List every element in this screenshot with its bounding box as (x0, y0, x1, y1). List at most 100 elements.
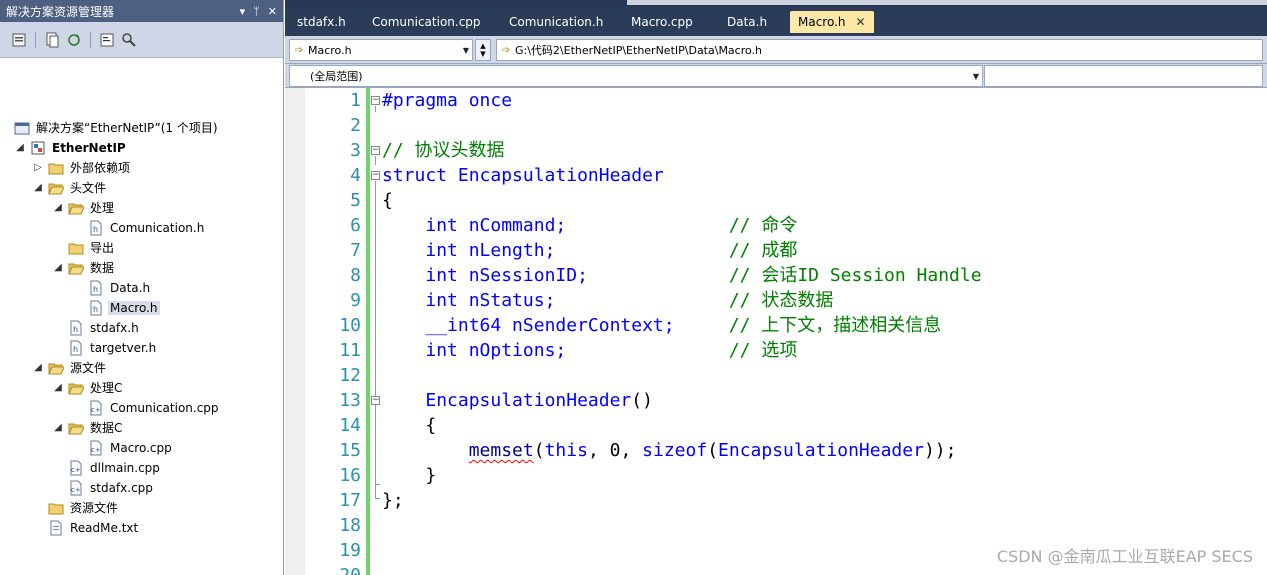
collapse-arrow-icon[interactable]: ◢ (52, 262, 64, 273)
tab-stdafx-h[interactable]: stdafx.h (289, 11, 354, 33)
properties-icon[interactable] (10, 31, 28, 49)
view-code-icon[interactable] (98, 31, 116, 49)
tree-item[interactable]: h Macro.h (72, 298, 160, 317)
code-token: } (382, 465, 437, 486)
code-line[interactable]: { (382, 188, 393, 213)
tree-item[interactable]: ReadMe.txt (32, 518, 140, 537)
collapse-icon[interactable]: − (371, 396, 380, 405)
folder-icon (48, 160, 64, 176)
dropdown-icon[interactable]: ▾ (240, 5, 246, 18)
scope-combo[interactable]: (全局范围) ▼ (289, 65, 983, 87)
file-spin-button[interactable]: ▲ ▼ (475, 39, 491, 61)
tree-item[interactable]: 导出 (52, 238, 116, 257)
pin-icon[interactable]: ᛘ (253, 5, 260, 18)
menu-strip-edge (285, 0, 1267, 7)
tab-macro-cpp[interactable]: Macro.cpp (623, 11, 701, 33)
tree-item[interactable]: ◢ 头文件 (32, 178, 108, 197)
tree-item[interactable]: ◢ 数据C (52, 418, 124, 437)
code-line[interactable]: // 协议头数据 (382, 138, 505, 163)
header-file-icon: h (88, 300, 104, 316)
tree-item-label: Macro.h (108, 300, 160, 315)
refresh-icon[interactable] (65, 31, 83, 49)
code-line[interactable]: memset(this, 0, sizeof(EncapsulationHead… (382, 438, 957, 463)
tree-item-label: 数据C (90, 421, 123, 435)
collapse-arrow-icon[interactable]: ◢ (14, 142, 26, 153)
code-token: nSessionID; (457, 265, 588, 286)
code-token: this (544, 440, 588, 461)
tree-item[interactable]: h stdafx.h (52, 318, 141, 337)
cpp-file-icon: c+ (68, 460, 84, 476)
tree-item[interactable]: 解决方案“EtherNetIP”(1 个项目) (14, 118, 220, 137)
svg-text:h: h (93, 305, 98, 314)
tab-comunication-cpp[interactable]: Comunication.cpp (364, 11, 489, 33)
collapse-arrow-icon[interactable]: ◢ (52, 202, 64, 213)
collapse-icon[interactable]: − (371, 171, 380, 180)
file-combo[interactable]: ➩ Macro.h ▼ (289, 39, 473, 61)
code-line[interactable]: EncapsulationHeader() (382, 388, 653, 413)
collapse-arrow-icon[interactable]: ◢ (52, 422, 64, 433)
expand-arrow-icon[interactable]: ▷ (32, 162, 44, 173)
folder-open-icon (68, 380, 84, 396)
code-editor[interactable]: 1234567891011121314151617181920 − − − − … (285, 88, 1267, 575)
member-combo[interactable] (984, 65, 1263, 87)
code-line[interactable]: #pragma once (382, 88, 512, 113)
toolbar-separator (35, 31, 36, 48)
code-line[interactable]: } (382, 463, 436, 488)
path-combo[interactable]: ➩ G:\代码2\EtherNetIP\EtherNetIP\Data\Macr… (496, 39, 1263, 61)
tree-item[interactable]: ◢ 源文件 (32, 358, 108, 377)
code-line[interactable]: int nStatus; // 状态数据 (382, 288, 833, 313)
tab-comunication-h[interactable]: Comunication.h (501, 11, 611, 33)
line-number: 2 (350, 115, 361, 136)
folder-open-icon (68, 420, 84, 436)
line-number: 5 (350, 190, 361, 211)
line-number: 10 (339, 315, 361, 336)
tree-item[interactable]: h Data.h (72, 278, 152, 297)
chevron-down-icon: ▼ (972, 71, 979, 81)
tree-item[interactable]: ◢ 处理 (52, 198, 116, 217)
code-line[interactable]: int nLength; // 成都 (382, 238, 797, 263)
code-line[interactable]: int nSessionID; // 会话ID Session Handle (382, 263, 981, 288)
tree-item[interactable]: h Comunication.h (72, 218, 206, 237)
code-line[interactable]: { (382, 413, 436, 438)
collapse-arrow-icon[interactable]: ◢ (32, 362, 44, 373)
code-token: // 选项 (728, 340, 798, 361)
svg-text:h: h (73, 325, 78, 334)
tab-close-icon[interactable]: ✕ (856, 15, 866, 29)
code-line[interactable]: __int64 nSenderContext; // 上下文，描述相关信息 (382, 313, 941, 338)
tab-data-h[interactable]: Data.h (719, 11, 775, 33)
show-all-files-icon[interactable] (43, 31, 61, 49)
code-line[interactable]: }; (382, 488, 404, 513)
tab-label: Data.h (727, 15, 768, 29)
tree-item[interactable]: c+ Comunication.cpp (72, 398, 221, 417)
header-file-icon: h (68, 340, 84, 356)
collapse-icon[interactable]: − (371, 96, 380, 105)
close-icon[interactable]: ✕ (268, 5, 277, 18)
tree-item[interactable]: c+ Macro.cpp (72, 438, 174, 457)
collapse-arrow-icon[interactable]: ◢ (32, 182, 44, 193)
code-token: , (620, 440, 643, 461)
code-line[interactable]: int nCommand; // 命令 (382, 213, 797, 238)
line-number: 20 (305, 563, 361, 575)
tree-item[interactable]: ◢ 数据 (52, 258, 116, 277)
collapse-icon[interactable]: − (371, 146, 380, 155)
tree-item[interactable]: c+ stdafx.cpp (52, 478, 155, 497)
tree-item[interactable]: c+ dllmain.cpp (52, 458, 162, 477)
tree-item-label: Comunication.h (110, 220, 205, 235)
tab-macro-h[interactable]: Macro.h ✕ (790, 11, 874, 33)
code-line[interactable]: struct EncapsulationHeader (382, 163, 664, 188)
tree-item[interactable]: ◢ 处理C (52, 378, 124, 397)
tree-item[interactable]: ◢ EtherNetIP (14, 138, 128, 157)
collapse-arrow-icon[interactable]: ◢ (52, 382, 64, 393)
code-line[interactable]: int nOptions; // 选项 (382, 338, 797, 363)
tree-item-label: Macro.cpp (110, 440, 172, 455)
indicator-margin (285, 88, 305, 575)
tree-item[interactable]: ▷ 外部依赖项 (32, 158, 132, 177)
tree-item[interactable]: h targetver.h (52, 338, 158, 357)
svg-text:h: h (73, 345, 78, 354)
tree-item[interactable]: 资源文件 (32, 498, 120, 517)
class-view-icon[interactable] (120, 31, 138, 49)
line-number: 6 (350, 215, 361, 236)
